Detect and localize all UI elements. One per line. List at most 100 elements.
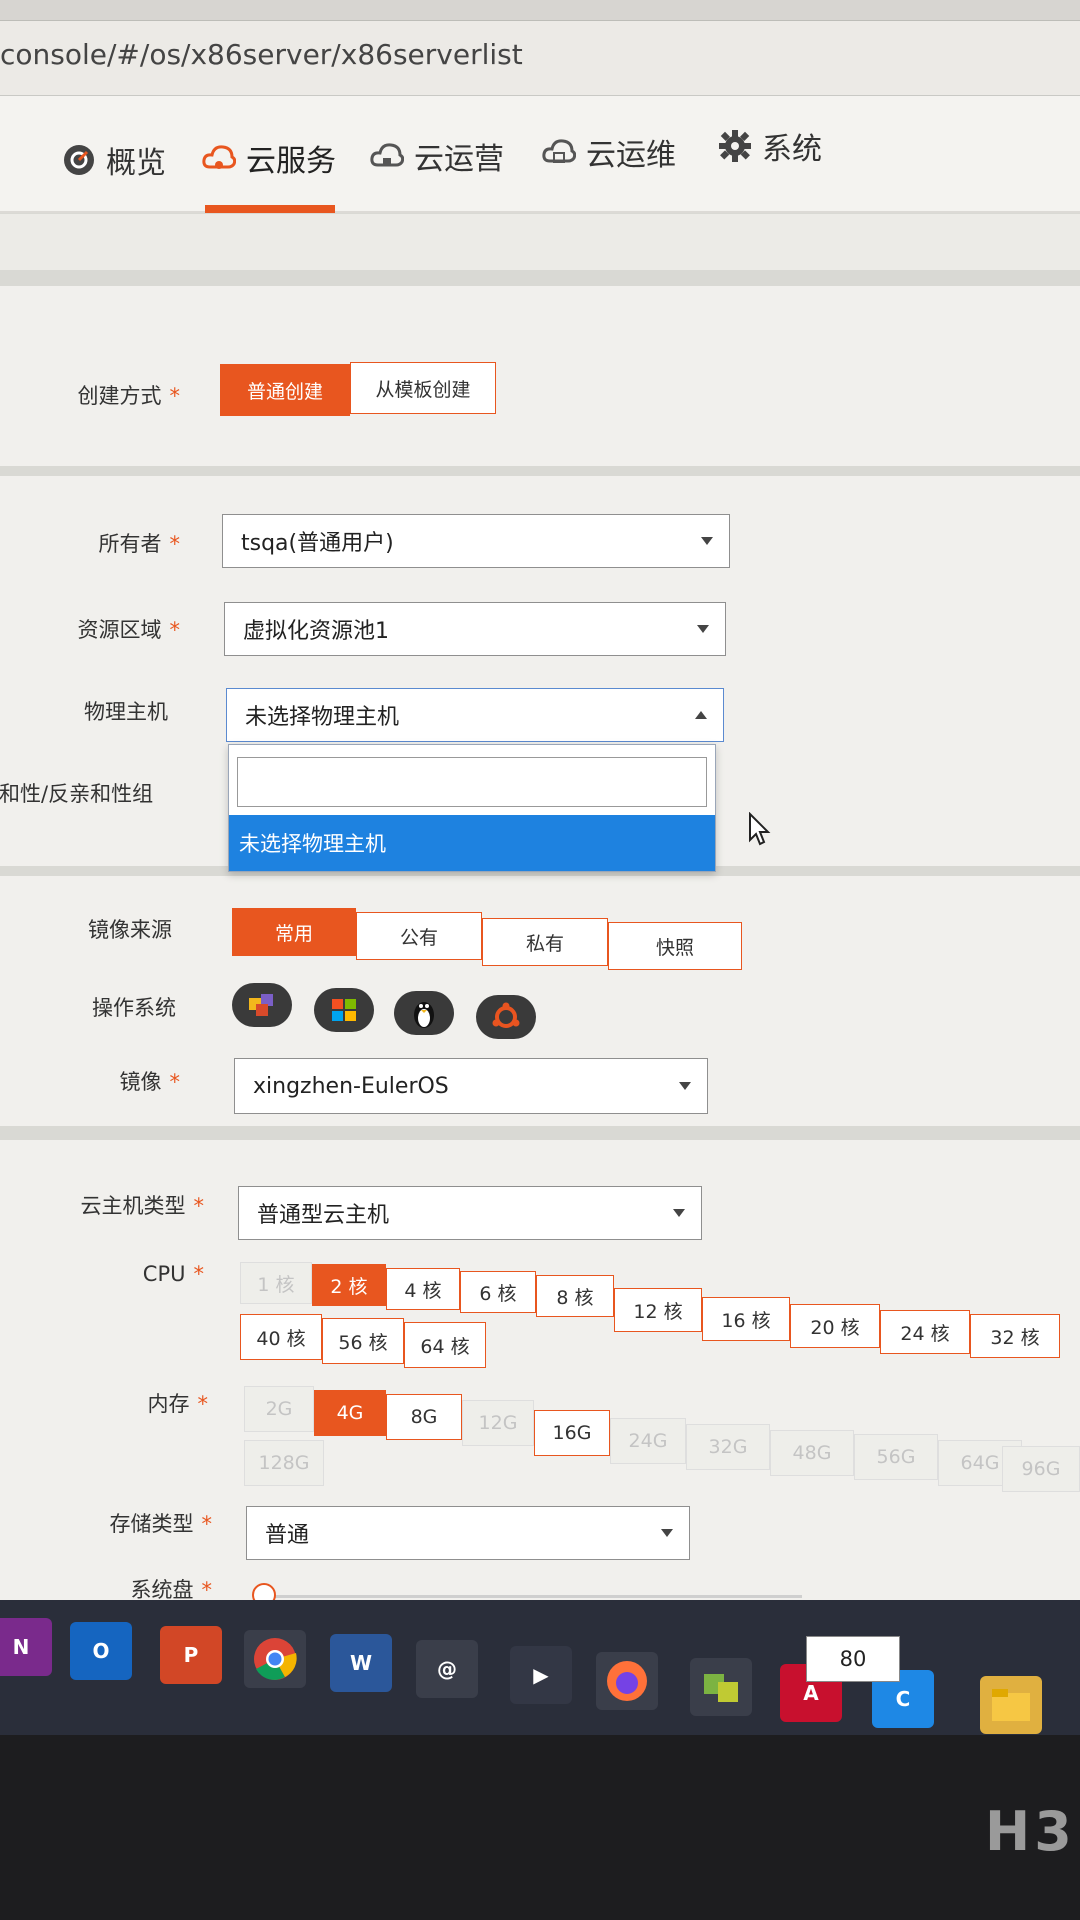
mouse-cursor-icon <box>748 811 772 850</box>
monitor-brand-logo: H3 <box>985 1800 1076 1863</box>
os-label: 操作系统 <box>92 996 176 1020</box>
windows-icon[interactable] <box>314 988 374 1032</box>
create-mode-template-button[interactable]: 从模板创建 <box>350 362 496 414</box>
image-select-value: xingzhen-EulerOS <box>253 1073 449 1099</box>
cpu-option[interactable]: 12 核 <box>614 1288 702 1332</box>
memory-label: 内存 * <box>147 1392 209 1416</box>
memory-option[interactable]: 24G <box>610 1418 686 1464</box>
cpu-option[interactable]: 8 核 <box>536 1275 614 1317</box>
outlook-icon[interactable]: O <box>70 1622 132 1680</box>
form-section-create <box>0 286 1080 466</box>
cpu-option[interactable]: 32 核 <box>970 1314 1060 1358</box>
cloud-maintenance-icon <box>542 135 576 169</box>
vm-type-select-value: 普通型云主机 <box>257 1203 390 1228</box>
nav-item-cloud-maintenance[interactable]: 云运维 <box>542 130 676 174</box>
host-select-value: 未选择物理主机 <box>245 705 400 730</box>
cpu-option[interactable]: 2 核 <box>312 1264 386 1306</box>
nav-label: 云运维 <box>586 138 676 173</box>
chevron-down-icon <box>661 1529 673 1537</box>
image-source-label: 镜像来源 <box>88 918 172 942</box>
media-player-icon[interactable]: ▶ <box>510 1646 572 1704</box>
powerpoint-icon[interactable]: P <box>160 1626 222 1684</box>
image-source-public-button[interactable]: 公有 <box>356 912 482 960</box>
snail-icon[interactable]: @ <box>416 1640 478 1698</box>
image-label: 镜像 * <box>119 1070 181 1094</box>
image-source-common-button[interactable]: 常用 <box>232 908 356 956</box>
memory-option[interactable]: 96G <box>1002 1446 1080 1492</box>
storage-type-label: 存储类型 * <box>109 1512 213 1536</box>
nav-item-cloud-service[interactable]: 云服务 <box>202 136 336 180</box>
image-select[interactable]: xingzhen-EulerOS <box>234 1058 708 1114</box>
chevron-down-icon <box>673 1209 685 1217</box>
nav-item-system[interactable]: 系统 <box>718 124 822 168</box>
cpu-option[interactable]: 1 核 <box>240 1262 312 1304</box>
cpu-option[interactable]: 24 核 <box>880 1310 970 1354</box>
memory-option[interactable]: 56G <box>854 1434 938 1480</box>
ubuntu-icon[interactable] <box>476 995 536 1039</box>
owner-select-value: tsqa(普通用户) <box>241 531 394 556</box>
firefox-icon[interactable] <box>596 1652 658 1710</box>
cloud-operation-icon <box>370 139 404 173</box>
vm-type-select[interactable]: 普通型云主机 <box>238 1186 702 1240</box>
nav-item-cloud-operation[interactable]: 云运营 <box>370 134 504 178</box>
image-source-private-button[interactable]: 私有 <box>482 918 608 966</box>
dashboard-icon <box>62 143 96 177</box>
region-select[interactable]: 虚拟化资源池1 <box>224 602 726 656</box>
cpu-option[interactable]: 56 核 <box>322 1318 404 1364</box>
nav-label: 概览 <box>106 146 166 181</box>
create-mode-label: 创建方式 * <box>77 384 181 408</box>
address-bar-url[interactable]: console/#/os/x86server/x86serverlist <box>0 38 523 71</box>
nav-item-overview[interactable]: 概览 <box>62 138 166 182</box>
host-dropdown-search-input[interactable] <box>237 757 707 807</box>
linux-tux-icon[interactable] <box>394 991 454 1035</box>
image-source-snapshot-button[interactable]: 快照 <box>608 922 742 970</box>
affinity-label: 亲和性/反亲和性组 <box>0 782 154 806</box>
region-label: 资源区域 * <box>77 618 181 642</box>
owner-label: 所有者 * <box>98 532 181 556</box>
active-nav-indicator <box>205 205 335 213</box>
memory-option[interactable]: 4G <box>314 1390 386 1436</box>
chevron-up-icon <box>695 711 707 719</box>
chevron-down-icon <box>697 625 709 633</box>
chevron-down-icon <box>701 537 713 545</box>
gear-icon <box>718 129 752 163</box>
cpu-option[interactable]: 20 核 <box>790 1304 880 1348</box>
monitor-bezel <box>0 1735 1080 1920</box>
memory-option[interactable]: 32G <box>686 1424 770 1470</box>
breadcrumb-bar <box>0 214 1080 270</box>
system-disk-slider-track[interactable] <box>262 1595 802 1598</box>
memory-option[interactable]: 16G <box>534 1410 610 1456</box>
memory-option[interactable]: 8G <box>386 1394 462 1440</box>
browser-tab-strip[interactable] <box>0 0 1080 21</box>
onenote-icon[interactable]: N <box>0 1618 52 1676</box>
memory-option[interactable]: 2G <box>244 1386 314 1432</box>
chevron-down-icon <box>679 1082 691 1090</box>
cpu-option[interactable]: 16 核 <box>702 1297 790 1341</box>
cpu-option[interactable]: 40 核 <box>240 1314 322 1360</box>
nav-label: 云服务 <box>246 144 336 179</box>
storage-type-select[interactable]: 普通 <box>246 1506 690 1560</box>
chrome-icon[interactable] <box>244 1630 306 1688</box>
host-label: 物理主机 <box>84 700 168 724</box>
nav-label: 云运营 <box>414 142 504 177</box>
vm-type-label: 云主机类型 * <box>80 1194 205 1218</box>
memory-option[interactable]: 128G <box>244 1440 324 1486</box>
nav-label: 系统 <box>762 132 822 167</box>
cpu-option[interactable]: 4 核 <box>386 1268 460 1310</box>
system-disk-size-input[interactable]: 80 <box>806 1636 900 1682</box>
cloud-service-icon <box>202 141 236 175</box>
vmware-icon[interactable] <box>690 1658 752 1716</box>
memory-option[interactable]: 48G <box>770 1430 854 1476</box>
host-select[interactable]: 未选择物理主机 <box>226 688 724 742</box>
word-icon[interactable]: W <box>330 1634 392 1692</box>
cpu-label: CPU * <box>142 1262 204 1286</box>
euleros-icon[interactable] <box>232 983 292 1027</box>
owner-select[interactable]: tsqa(普通用户) <box>222 514 730 568</box>
host-dropdown-option[interactable]: 未选择物理主机 <box>229 815 715 871</box>
cpu-option[interactable]: 6 核 <box>460 1271 536 1313</box>
file-explorer-icon[interactable] <box>980 1676 1042 1734</box>
host-dropdown-panel: 未选择物理主机 <box>228 744 716 872</box>
cpu-option[interactable]: 64 核 <box>404 1322 486 1368</box>
memory-option[interactable]: 12G <box>462 1400 534 1446</box>
create-mode-normal-button[interactable]: 普通创建 <box>220 364 350 416</box>
